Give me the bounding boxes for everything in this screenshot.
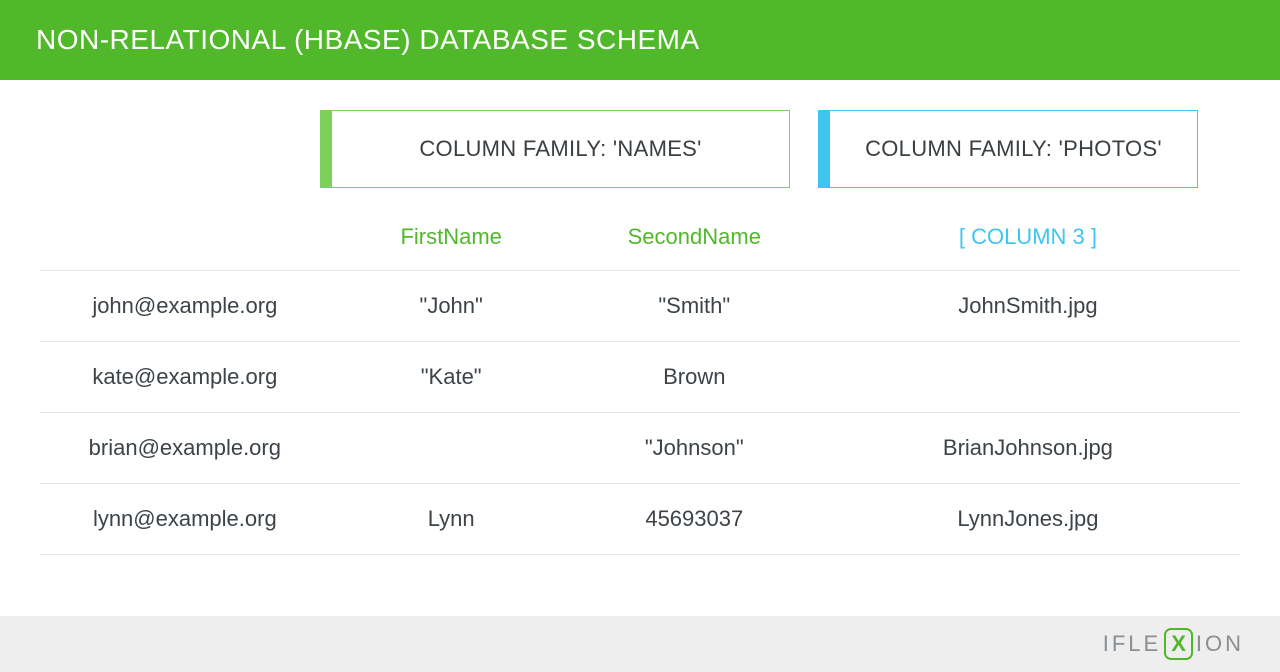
column-family-photos: COLUMN FAMILY: 'PHOTOS' [818, 110, 1198, 188]
cell-photo: LynnJones.jpg [816, 484, 1240, 555]
cell-secondname: "Johnson" [573, 413, 816, 484]
schema-table: FirstName SecondName [ COLUMN 3 ] john@e… [40, 206, 1240, 555]
logo-text-left: IFLE [1103, 631, 1161, 657]
schema-content: COLUMN FAMILY: 'NAMES' COLUMN FAMILY: 'P… [0, 80, 1280, 555]
row-key: kate@example.org [40, 342, 330, 413]
cell-firstname: "Kate" [330, 342, 573, 413]
table-row: lynn@example.org Lynn 45693037 LynnJones… [40, 484, 1240, 555]
cell-secondname: 45693037 [573, 484, 816, 555]
row-key: john@example.org [40, 271, 330, 342]
column-header-secondname: SecondName [573, 206, 816, 271]
row-key: brian@example.org [40, 413, 330, 484]
table-row: brian@example.org "Johnson" BrianJohnson… [40, 413, 1240, 484]
cell-secondname: Brown [573, 342, 816, 413]
cf-spacer [40, 110, 320, 188]
column-family-row: COLUMN FAMILY: 'NAMES' COLUMN FAMILY: 'P… [40, 110, 1240, 188]
cell-photo: JohnSmith.jpg [816, 271, 1240, 342]
row-key: lynn@example.org [40, 484, 330, 555]
cf-photos-label: COLUMN FAMILY: 'PHOTOS' [865, 136, 1162, 162]
cf-names-label: COLUMN FAMILY: 'NAMES' [419, 136, 701, 162]
footer: IFLE X ION [0, 616, 1280, 672]
cell-secondname: "Smith" [573, 271, 816, 342]
column-header-empty [40, 206, 330, 271]
cell-photo: BrianJohnson.jpg [816, 413, 1240, 484]
column-family-names: COLUMN FAMILY: 'NAMES' [320, 110, 790, 188]
table-row: kate@example.org "Kate" Brown [40, 342, 1240, 413]
logo-x-icon: X [1164, 628, 1193, 660]
page-title: NON-RELATIONAL (HBASE) DATABASE SCHEMA [36, 24, 700, 55]
cell-photo [816, 342, 1240, 413]
cell-firstname: "John" [330, 271, 573, 342]
cell-firstname [330, 413, 573, 484]
page-header: NON-RELATIONAL (HBASE) DATABASE SCHEMA [0, 0, 1280, 80]
column-header-firstname: FirstName [330, 206, 573, 271]
table-row: john@example.org "John" "Smith" JohnSmit… [40, 271, 1240, 342]
cell-firstname: Lynn [330, 484, 573, 555]
logo-text-right: ION [1196, 631, 1244, 657]
iflexion-logo: IFLE X ION [1103, 628, 1244, 660]
column-header-row: FirstName SecondName [ COLUMN 3 ] [40, 206, 1240, 271]
column-header-photo: [ COLUMN 3 ] [816, 206, 1240, 271]
